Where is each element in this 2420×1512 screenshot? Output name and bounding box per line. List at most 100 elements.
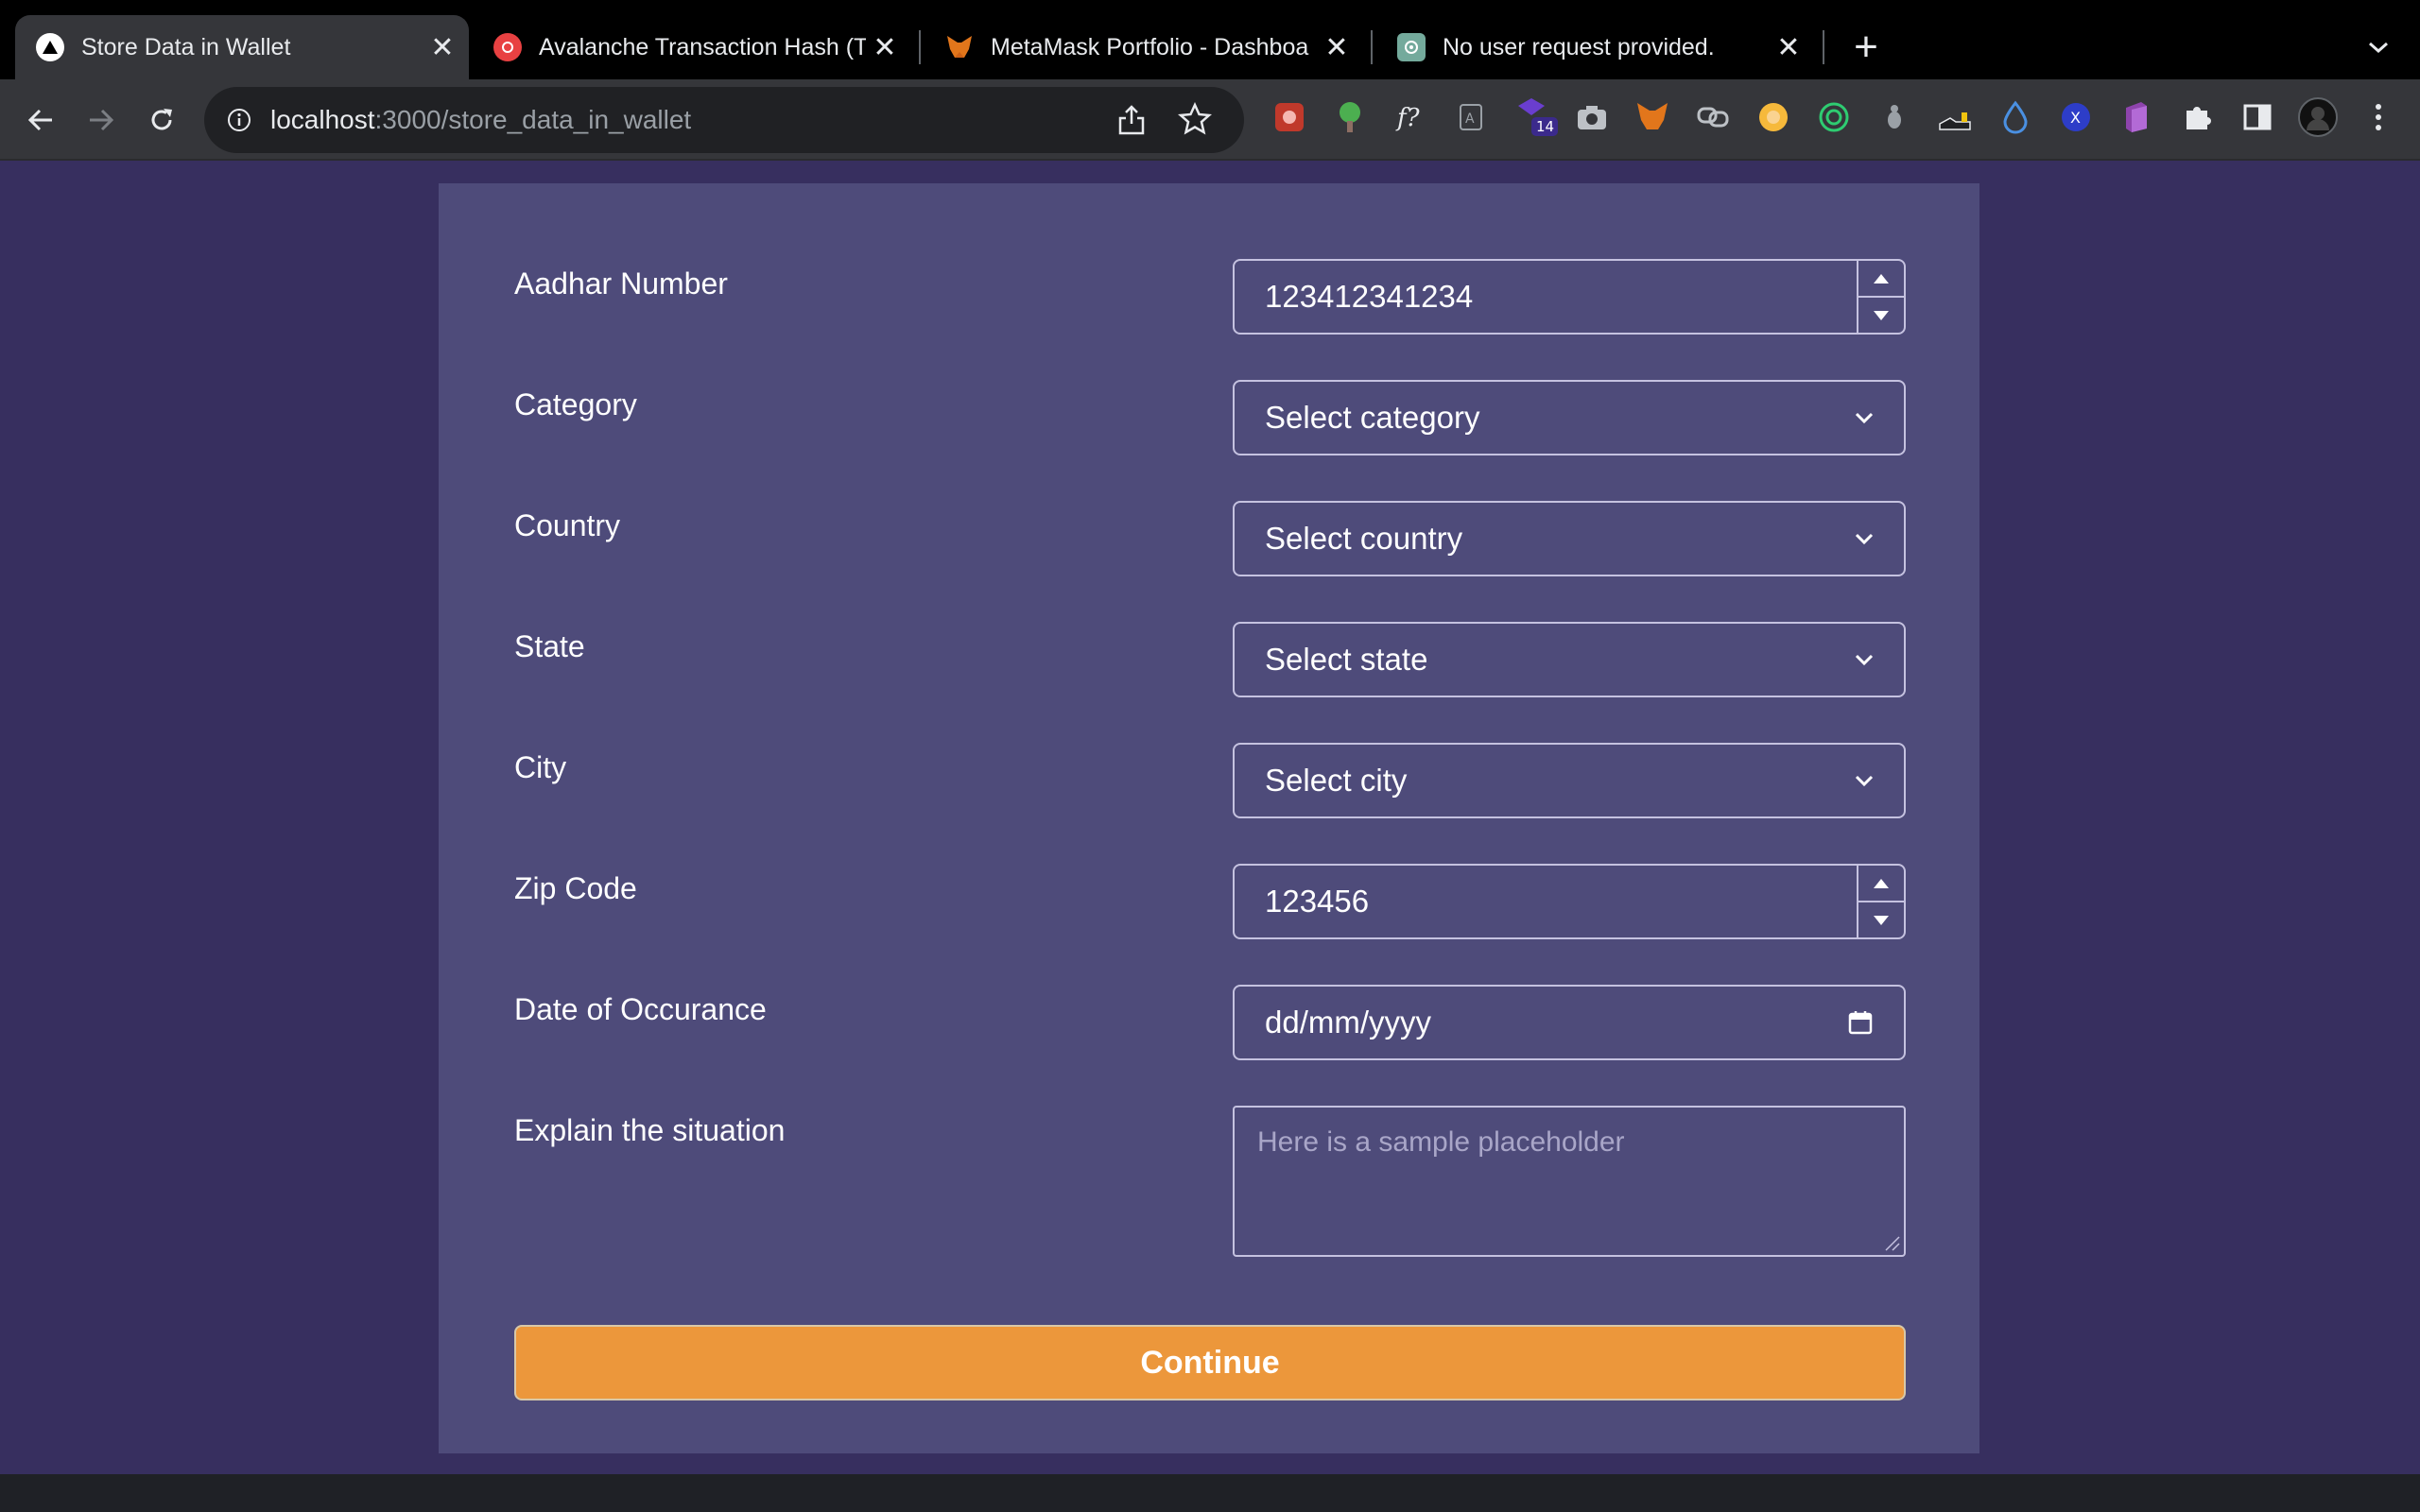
site-info-icon[interactable] <box>225 106 253 134</box>
tab-strip: Store Data in Wallet ✕ Avalanche Transac… <box>0 0 2420 79</box>
aadhar-value: 123412341234 <box>1265 279 1474 314</box>
decrement-arrow-icon[interactable] <box>1858 298 1904 333</box>
city-value: Select city <box>1265 763 1408 798</box>
profile-avatar[interactable] <box>2297 96 2339 138</box>
form-card: Aadhar Number 123412341234 Category Sele… <box>439 183 1979 1453</box>
category-select[interactable]: Select category <box>1233 380 1906 455</box>
tab-store-data[interactable]: Store Data in Wallet ✕ <box>15 15 469 79</box>
city-row: City Select city <box>514 743 1906 818</box>
svg-text:A: A <box>1465 112 1475 127</box>
url-path: :3000/store_data_in_wallet <box>374 105 692 134</box>
formula-extension-icon[interactable]: f? <box>1392 98 1429 136</box>
yellow-coin-extension-icon[interactable] <box>1754 98 1792 136</box>
openai-icon <box>1397 33 1426 61</box>
increment-arrow-icon[interactable] <box>1858 866 1904 902</box>
forward-arrow-icon[interactable] <box>79 98 123 142</box>
cube-extension-icon[interactable] <box>2118 98 2155 136</box>
zip-row: Zip Code 123456 <box>514 864 1906 939</box>
document-extension-icon[interactable]: A <box>1452 98 1490 136</box>
tree-extension-icon[interactable] <box>1331 98 1369 136</box>
tab-title: Avalanche Transaction Hash (T <box>539 33 866 60</box>
tab-separator <box>1823 30 1824 64</box>
date-value: dd/mm/yyyy <box>1265 1005 1432 1040</box>
situation-label: Explain the situation <box>514 1113 786 1147</box>
continue-button[interactable]: Continue <box>514 1325 1906 1400</box>
city-select[interactable]: Select city <box>1233 743 1906 818</box>
tab-avalanche[interactable]: Avalanche Transaction Hash (T ✕ <box>473 15 911 79</box>
aadhar-row: Aadhar Number 123412341234 <box>514 259 1906 335</box>
metamask-fox-icon <box>945 33 974 61</box>
calendar-icon[interactable] <box>1841 1004 1879 1041</box>
camera-extension-icon[interactable] <box>1573 98 1611 136</box>
date-input[interactable]: dd/mm/yyyy <box>1233 985 1906 1060</box>
category-label: Category <box>514 387 637 421</box>
decrement-arrow-icon[interactable] <box>1858 902 1904 937</box>
reload-icon[interactable] <box>140 98 183 142</box>
extension-red-icon[interactable] <box>1270 98 1308 136</box>
increment-arrow-icon[interactable] <box>1858 261 1904 298</box>
country-value: Select country <box>1265 521 1463 556</box>
city-label: City <box>514 750 567 784</box>
link-extension-icon[interactable] <box>1694 98 1732 136</box>
metamask-extension-icon[interactable] <box>1634 98 1671 136</box>
close-icon[interactable]: ✕ <box>866 28 904 66</box>
target-extension-icon[interactable] <box>1815 98 1853 136</box>
page-background: Aadhar Number 123412341234 Category Sele… <box>0 161 2420 1474</box>
tab-search-chevron-icon[interactable] <box>2356 25 2401 70</box>
tab-metamask[interactable]: MetaMask Portfolio - Dashboa ✕ <box>925 15 1363 79</box>
country-row: Country Select country <box>514 501 1906 576</box>
address-bar[interactable]: localhost:3000/store_data_in_wallet <box>204 87 1244 153</box>
grey-drop-extension-icon[interactable] <box>1876 98 1913 136</box>
tab-chatgpt[interactable]: No user request provided. ✕ <box>1376 15 1815 79</box>
bookmark-star-icon[interactable] <box>1177 101 1213 136</box>
zip-label: Zip Code <box>514 871 637 905</box>
aadhar-stepper[interactable] <box>1857 261 1904 333</box>
tab-title: Store Data in Wallet <box>81 33 291 60</box>
category-value: Select category <box>1265 400 1480 435</box>
new-tab-button[interactable]: + <box>1843 24 1889 70</box>
close-icon[interactable]: ✕ <box>1770 28 1807 66</box>
purple-badge-extension-icon[interactable]: 14 <box>1512 98 1562 136</box>
chevron-down-icon <box>1845 520 1883 558</box>
country-label: Country <box>514 508 621 542</box>
avalanche-icon <box>493 33 522 61</box>
url-text: localhost:3000/store_data_in_wallet <box>270 105 691 135</box>
state-label: State <box>514 629 585 663</box>
close-icon[interactable]: ✕ <box>1318 28 1356 66</box>
aadhar-number-input[interactable]: 123412341234 <box>1233 259 1906 335</box>
category-row: Category Select category <box>514 380 1906 455</box>
state-row: State Select state <box>514 622 1906 697</box>
tab-separator <box>1371 30 1373 64</box>
shoe-extension-icon[interactable] <box>1936 98 1974 136</box>
back-arrow-icon[interactable] <box>19 98 62 142</box>
date-row: Date of Occurance dd/mm/yyyy <box>514 985 1906 1060</box>
situation-placeholder: Here is a sample placeholder <box>1257 1126 1625 1158</box>
state-select[interactable]: Select state <box>1233 622 1906 697</box>
tab-title: MetaMask Portfolio - Dashboa <box>991 33 1309 60</box>
close-icon[interactable]: ✕ <box>424 28 461 66</box>
bottom-strip <box>0 1474 2420 1512</box>
browser-menu-icon[interactable] <box>2360 98 2397 136</box>
svg-text:f?: f? <box>1395 104 1421 132</box>
situation-textarea[interactable]: Here is a sample placeholder <box>1233 1106 1906 1257</box>
zip-value: 123456 <box>1265 884 1370 919</box>
situation-row: Explain the situation Here is a sample p… <box>514 1106 1906 1257</box>
url-host: localhost <box>270 105 375 134</box>
x-extension-icon[interactable]: X <box>2057 98 2095 136</box>
date-label: Date of Occurance <box>514 992 767 1026</box>
resize-grip-icon[interactable] <box>1883 1234 1900 1251</box>
share-icon[interactable] <box>1115 104 1148 136</box>
chevron-down-icon <box>1845 641 1883 679</box>
svg-text:X: X <box>2070 109 2081 127</box>
chevron-down-icon <box>1845 762 1883 799</box>
country-select[interactable]: Select country <box>1233 501 1906 576</box>
extensions-puzzle-icon[interactable] <box>2178 98 2216 136</box>
zip-stepper[interactable] <box>1857 866 1904 937</box>
zip-code-input[interactable]: 123456 <box>1233 864 1906 939</box>
tab-separator <box>919 30 921 64</box>
extension-badge-count: 14 <box>1536 118 1554 135</box>
side-panel-icon[interactable] <box>2238 98 2276 136</box>
water-drop-extension-icon[interactable] <box>1996 98 2034 136</box>
tab-title: No user request provided. <box>1443 33 1715 60</box>
state-value: Select state <box>1265 642 1428 677</box>
